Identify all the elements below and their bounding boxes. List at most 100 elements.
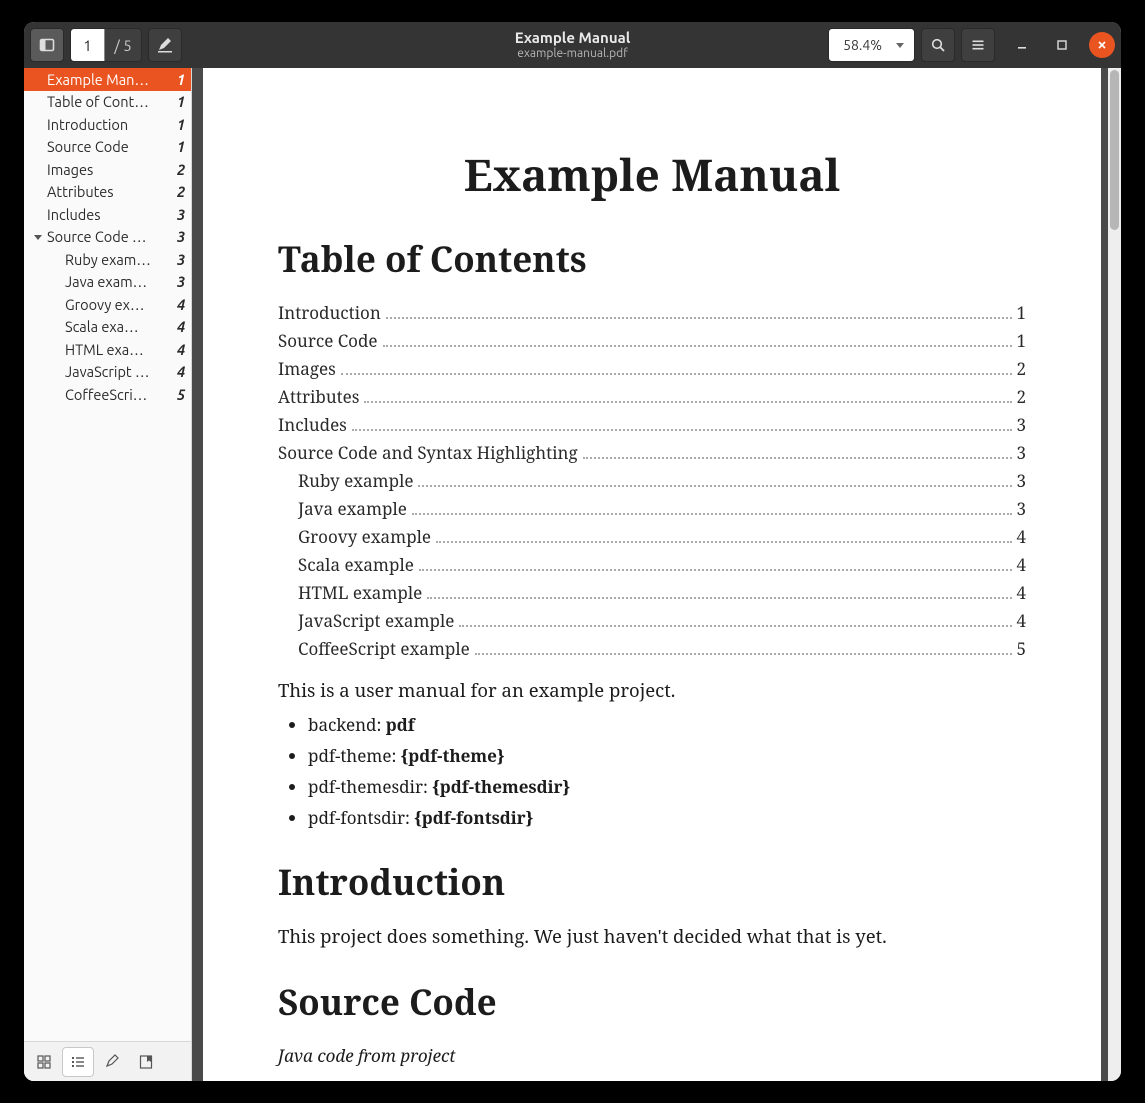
outline-item[interactable]: Ruby exam…3: [24, 248, 191, 271]
intro-paragraph: This is a user manual for an example pro…: [278, 678, 1026, 703]
list-item: pdf-theme: {pdf-theme}: [308, 744, 1026, 767]
search-button[interactable]: [921, 28, 955, 62]
toc-list: Introduction 1 Source Code 1 Images2 Attribut…: [278, 301, 1026, 660]
outline-item[interactable]: HTML exa…4: [24, 338, 191, 361]
toc-entry[interactable]: Attributes 2: [278, 385, 1026, 408]
outline-item[interactable]: CoffeeScri…5: [24, 383, 191, 406]
outline-mode-button[interactable]: [62, 1047, 94, 1077]
outline-item[interactable]: Example Man…1: [24, 68, 191, 91]
toc-entry-label: Attributes: [278, 385, 359, 408]
toc-entry-page: 1: [1016, 329, 1026, 352]
outline-item[interactable]: Includes3: [24, 203, 191, 226]
bullet-value: {pdf-fontsdir}: [414, 806, 533, 829]
chevron-down-icon: [896, 43, 904, 48]
outline-item[interactable]: Images2: [24, 158, 191, 181]
source-code-caption: Java code from project: [278, 1044, 1026, 1067]
outline-item-label: Example Man…: [47, 71, 173, 88]
toc-entry-label: CoffeeScript example: [298, 637, 470, 660]
page-number-input[interactable]: 1: [71, 29, 105, 61]
toc-entry[interactable]: Source Code and Syntax Highlighting3: [278, 441, 1026, 464]
outline-item-page: 2: [177, 183, 185, 200]
toc-entry-label: Groovy example: [298, 525, 431, 548]
scrollbar-thumb[interactable]: [1110, 70, 1119, 230]
toc-entry[interactable]: Scala example4: [278, 553, 1026, 576]
outline-item[interactable]: Groovy ex…4: [24, 293, 191, 316]
outline-item-label: Source Code: [47, 138, 173, 155]
toc-entry-label: Includes: [278, 413, 347, 436]
toc-entry-page: 2: [1016, 357, 1026, 380]
outline-item-label: JavaScript …: [65, 363, 173, 380]
bullet-value: {pdf-theme}: [401, 744, 505, 767]
toc-entry-label: JavaScript example: [298, 609, 454, 632]
outline-item[interactable]: Source Code …3: [24, 226, 191, 249]
outline-item-page: 2: [177, 161, 185, 178]
toc-dots: [459, 625, 1012, 627]
toc-entry[interactable]: Java example3: [278, 497, 1026, 520]
bookmarks-mode-button[interactable]: [130, 1047, 162, 1077]
outline-item[interactable]: Introduction1: [24, 113, 191, 136]
outline-item[interactable]: JavaScript …4: [24, 361, 191, 384]
annotate-button[interactable]: [148, 28, 182, 62]
toc-entry-label: Source Code: [278, 329, 378, 352]
outline-item-page: 3: [177, 228, 185, 245]
attributes-list: backend: pdfpdf-theme: {pdf-theme}pdf-th…: [278, 713, 1026, 829]
outline-item[interactable]: Java exam…3: [24, 271, 191, 294]
outline-item-label: Attributes: [47, 183, 173, 200]
menu-button[interactable]: [961, 28, 995, 62]
window-body: Example Man…1Table of Cont…1Introduction…: [24, 68, 1121, 1081]
toc-entry[interactable]: Groovy example4: [278, 525, 1026, 548]
outline-item-page: 3: [177, 206, 185, 223]
toc-entry-page: 5: [1016, 637, 1026, 660]
toc-entry[interactable]: Introduction 1: [278, 301, 1026, 324]
document-viewport[interactable]: Example Manual Table of Contents Introdu…: [192, 68, 1121, 1081]
outline-item-page: 1: [177, 71, 185, 88]
zoom-dropdown[interactable]: 58.4%: [828, 28, 915, 62]
toc-entry-page: 3: [1016, 497, 1026, 520]
outline-item-label: Images: [47, 161, 173, 178]
toc-dots: [341, 373, 1013, 375]
toc-entry[interactable]: Images2: [278, 357, 1026, 380]
toc-entry[interactable]: CoffeeScript example 5: [278, 637, 1026, 660]
outline-item-label: Scala exa…: [65, 318, 173, 335]
toc-entry[interactable]: Ruby example3: [278, 469, 1026, 492]
toc-entry-page: 4: [1016, 581, 1026, 604]
toc-dots: [383, 345, 1013, 347]
introduction-heading: Introduction: [278, 859, 1026, 906]
toc-dots: [386, 317, 1013, 319]
toc-dots: [419, 569, 1013, 571]
title-center: Example Manual example-manual.pdf: [24, 22, 1121, 68]
toc-entry[interactable]: JavaScript example4: [278, 609, 1026, 632]
minimize-button[interactable]: [1009, 32, 1035, 58]
outline-item[interactable]: Table of Cont…1: [24, 91, 191, 114]
outline-item[interactable]: Source Code1: [24, 136, 191, 159]
list-item: pdf-fontsdir: {pdf-fontsdir}: [308, 806, 1026, 829]
introduction-paragraph: This project does something. We just hav…: [278, 924, 1026, 949]
outline-item-label: CoffeeScri…: [65, 386, 173, 403]
expand-icon[interactable]: [29, 232, 47, 242]
toc-entry[interactable]: HTML example4: [278, 581, 1026, 604]
toc-entry-label: Introduction: [278, 301, 381, 324]
outline-item-page: 3: [177, 273, 185, 290]
sidebar-toggle-button[interactable]: [30, 28, 64, 62]
titlebar: 1 / 5 Example Manual example-manual.pdf …: [24, 22, 1121, 68]
window-filename: example-manual.pdf: [517, 47, 628, 60]
toc-dots: [412, 513, 1013, 515]
toc-entry-page: 2: [1016, 385, 1026, 408]
thumbnails-mode-button[interactable]: [28, 1047, 60, 1077]
toc-entry[interactable]: Includes 3: [278, 413, 1026, 436]
close-button[interactable]: [1089, 32, 1115, 58]
outline-item[interactable]: Scala exa…4: [24, 316, 191, 339]
toc-entry-label: Scala example: [298, 553, 414, 576]
scrollbar[interactable]: [1108, 68, 1121, 1081]
toc-entry[interactable]: Source Code 1: [278, 329, 1026, 352]
annotations-mode-button[interactable]: [96, 1047, 128, 1077]
outline-item-page: 3: [177, 251, 185, 268]
toc-entry-page: 3: [1016, 413, 1026, 436]
toc-entry-label: Source Code and Syntax Highlighting: [278, 441, 578, 464]
maximize-button[interactable]: [1049, 32, 1075, 58]
outline-item-label: Java exam…: [65, 273, 173, 290]
toc-heading: Table of Contents: [278, 236, 1026, 283]
toc-entry-page: 1: [1016, 301, 1026, 324]
outline-item[interactable]: Attributes2: [24, 181, 191, 204]
outline-item-page: 5: [177, 386, 185, 403]
